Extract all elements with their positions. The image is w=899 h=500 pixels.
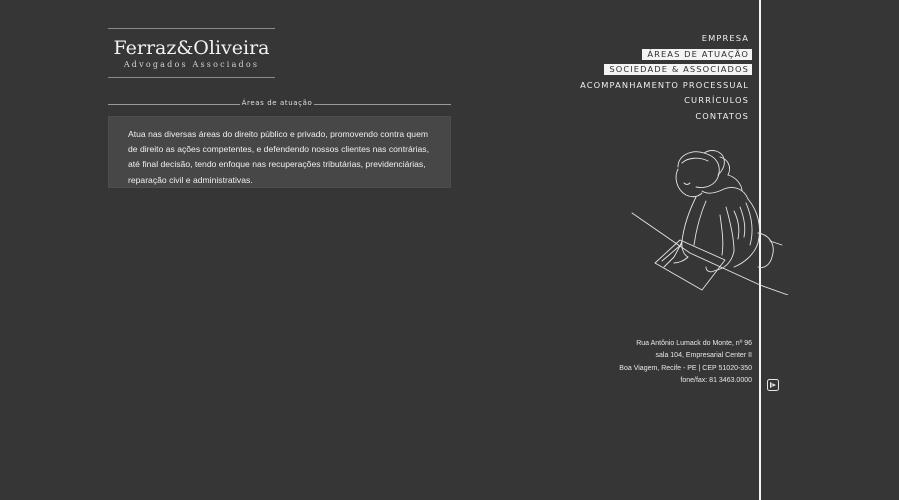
nav-item-curriculos[interactable]: CURRÍCULOS (492, 93, 752, 109)
nav-item-label: EMPRESA (701, 33, 749, 43)
logo-name: Ferraz&Oliveira (113, 37, 270, 59)
section-header: Áreas de atuação (108, 99, 451, 111)
nav-item-label: ACOMPANHAMENTO PROCESSUAL (580, 79, 749, 90)
nav-item-empresa[interactable]: EMPRESA (492, 31, 752, 47)
address-line-3: Boa Viagem, Recife - PE | CEP 51020-350 (619, 364, 752, 372)
section-header-line-right (314, 104, 451, 105)
nav-item-acompanhamento-processual[interactable]: ACOMPANHAMENTO PROCESSUAL (492, 78, 752, 94)
nav-item-label: ÁREAS DE ATUAÇÃO (642, 48, 752, 60)
logo[interactable]: Ferraz&Oliveira Advogados Associados (108, 28, 275, 78)
address-line-1: Rua Antônio Lumack do Monte, nº 96 (636, 340, 752, 347)
developer-badge-icon[interactable] (767, 379, 779, 391)
nav-item-label: CONTATOS (695, 110, 749, 121)
nav-item-sociedade-associados[interactable]: SOCIEDADE & ASSOCIADOS (492, 62, 752, 78)
logo-rule-bottom (108, 77, 275, 78)
section-body: Atua nas diversas áreas do direito públi… (128, 129, 429, 185)
nav-item-label: SOCIEDADE & ASSOCIADOS (604, 64, 752, 76)
logo-tagline: Advogados Associados (123, 60, 260, 69)
main-nav: EMPRESA ÁREAS DE ATUAÇÃO SOCIEDADE & ASS… (492, 31, 752, 125)
address-phone: fone/fax: 81 3463.0000 (680, 376, 752, 384)
section-header-line-left (108, 104, 240, 105)
section-title: Áreas de atuação (241, 99, 313, 107)
nav-item-contatos[interactable]: CONTATOS (492, 109, 752, 125)
logo-rule-top (108, 28, 275, 29)
woman-writing-illustration (631, 150, 789, 295)
address-line-2: sala 104, Empresarial Center II (655, 352, 753, 360)
address-block: Rua Antônio Lumack do Monte, nº 96 sala … (552, 338, 752, 387)
nav-item-areas-de-atuacao[interactable]: ÁREAS DE ATUAÇÃO (492, 47, 752, 63)
nav-item-label: CURRÍCULOS (684, 95, 749, 106)
content-box: Atua nas diversas áreas do direito públi… (108, 116, 451, 188)
